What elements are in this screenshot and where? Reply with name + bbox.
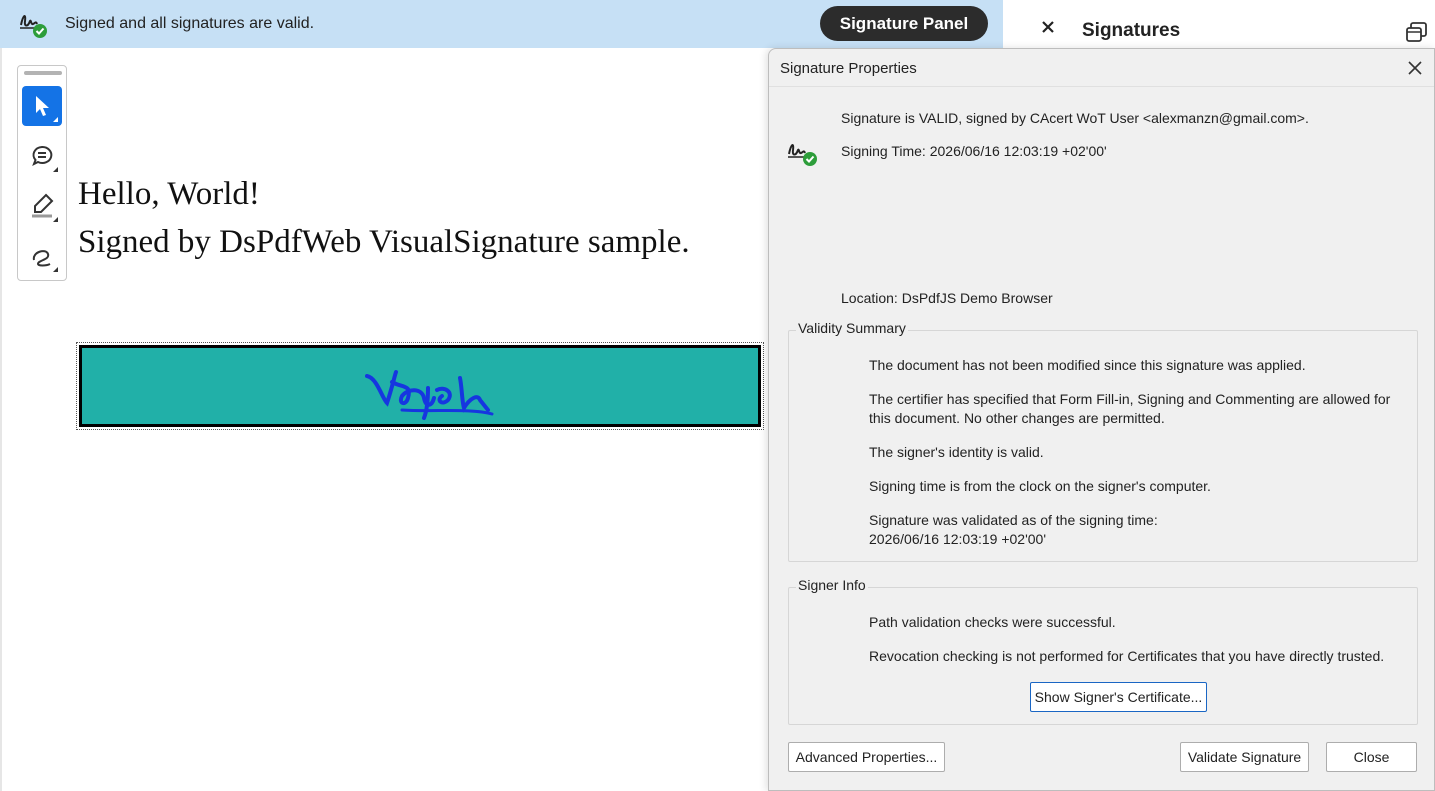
document-text-line-1: Hello, World! — [78, 176, 260, 212]
close-button[interactable]: Close — [1326, 742, 1417, 772]
dialog-title: Signature Properties — [780, 60, 917, 77]
signature-status-text: Signed and all signatures are valid. — [65, 15, 315, 32]
signature-valid-icon — [18, 7, 50, 39]
dialog-close-icon[interactable] — [1407, 60, 1423, 76]
validity-item: Signing time is from the clock on the si… — [869, 478, 1211, 494]
document-edge — [0, 48, 2, 791]
popout-window-icon[interactable] — [1405, 20, 1429, 44]
validate-signature-button[interactable]: Validate Signature — [1180, 742, 1309, 772]
signer-info-group: Signer Info Path validation checks were … — [788, 577, 1418, 725]
validity-item: The signer's identity is valid. — [869, 444, 1044, 460]
signature-field-box — [79, 345, 761, 427]
validity-item: The document has not been modified since… — [869, 357, 1306, 373]
toolbar-drag-handle[interactable] — [24, 71, 62, 75]
signer-info-item: Revocation checking is not performed for… — [869, 648, 1385, 664]
dialog-header-divider — [769, 86, 1434, 87]
validity-summary-legend: Validity Summary — [796, 320, 908, 336]
highlight-tool-button[interactable] — [22, 186, 62, 226]
signatures-panel-header: Signatures — [1003, 0, 1435, 48]
visual-signature-field[interactable] — [76, 342, 764, 430]
validity-item: Signature was validated as of the signin… — [869, 512, 1158, 547]
validity-summary-group: Validity Summary The document has not be… — [788, 320, 1418, 562]
advanced-properties-button[interactable]: Advanced Properties... — [788, 742, 945, 772]
signature-panel-button[interactable]: Signature Panel — [820, 6, 988, 41]
handwritten-signature-image — [365, 370, 494, 420]
draw-tool-button[interactable] — [22, 236, 62, 276]
signing-location: Location: DsPdfJS Demo Browser — [841, 290, 1053, 306]
signer-info-item: Path validation checks were successful. — [869, 614, 1116, 630]
signer-info-legend: Signer Info — [796, 577, 868, 593]
signature-valid-icon — [786, 137, 820, 167]
annotation-toolbar — [17, 65, 67, 281]
validity-item: The certifier has specified that Form Fi… — [869, 391, 1391, 426]
signature-status-line: Signature is VALID, signed by CAcert WoT… — [841, 110, 1309, 126]
signing-time: Signing Time: 2026/06/16 12:03:19 +02'00… — [841, 143, 1107, 159]
comment-tool-button[interactable] — [22, 136, 62, 176]
signature-status-bar: Signed and all signatures are valid. Sig… — [0, 0, 1003, 48]
signatures-panel-title: Signatures — [1082, 20, 1181, 41]
show-certificate-button[interactable]: Show Signer's Certificate... — [1030, 682, 1207, 712]
signature-properties-dialog: Signature Properties Signature is VALID,… — [768, 48, 1435, 791]
close-icon[interactable] — [1041, 20, 1055, 34]
document-text-line-2: Signed by DsPdfWeb VisualSignature sampl… — [78, 224, 690, 260]
select-tool-button[interactable] — [22, 86, 62, 126]
